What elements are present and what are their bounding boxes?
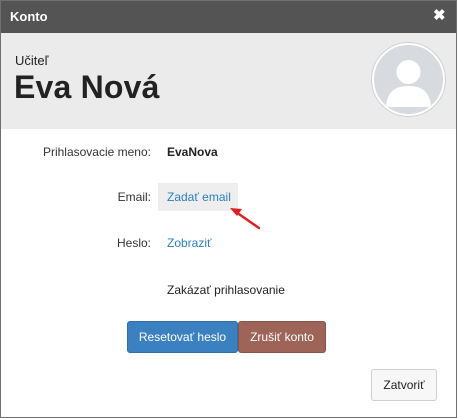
username-value: EvaNova [167, 145, 218, 159]
account-dialog: Konto ✖ Učiteľ Eva Nová Prihlasovacie me… [0, 0, 457, 418]
show-password-link[interactable]: Zobraziť [167, 236, 212, 250]
reset-password-button[interactable]: Resetovať heslo [127, 321, 238, 353]
close-icon[interactable]: ✖ [433, 8, 446, 24]
user-name: Eva Nová [14, 69, 160, 105]
cancel-account-button[interactable]: Zrušiť konto [238, 321, 326, 353]
password-label: Heslo: [116, 236, 151, 250]
annotation-arrow-icon [230, 208, 261, 230]
avatar [372, 43, 445, 116]
user-silhouette-icon [386, 60, 431, 107]
profile-header: Učiteľ Eva Nová [1, 33, 456, 129]
username-label: Prihlasovacie meno: [42, 145, 151, 159]
dialog-title: Konto [10, 9, 48, 24]
set-email-link[interactable]: Zadať email [167, 190, 231, 204]
close-button[interactable]: Zatvoriť [371, 369, 437, 401]
disable-login-option[interactable]: Zakázať prihlasovanie [167, 283, 285, 297]
dialog-titlebar: Konto ✖ [1, 1, 456, 33]
user-role: Učiteľ [15, 53, 49, 68]
email-label: Email: [117, 190, 151, 204]
